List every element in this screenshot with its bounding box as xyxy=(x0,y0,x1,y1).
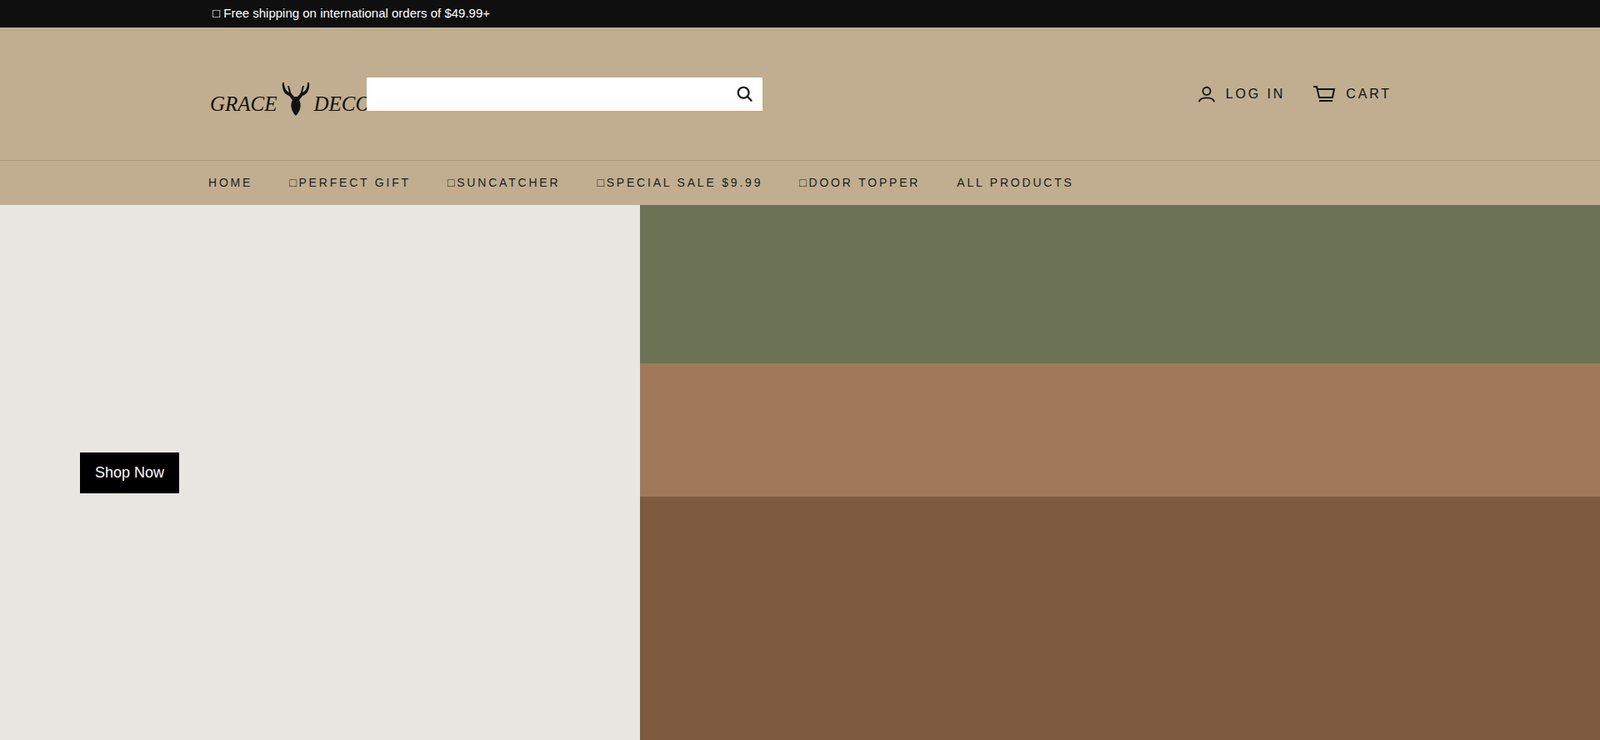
hero: Shop Now xyxy=(0,205,1600,740)
login-text: LOG IN xyxy=(1225,84,1286,105)
logo[interactable]: GRACEDECOR xyxy=(210,69,357,120)
cart-icon xyxy=(1312,85,1336,104)
hero-text-panel: Shop Now xyxy=(0,205,640,740)
hero-image xyxy=(640,205,1600,740)
announcement-text: □ Free shipping on international orders … xyxy=(212,4,490,24)
nav-item[interactable]: ALL PRODUCTS xyxy=(956,174,1074,192)
search-icon[interactable] xyxy=(735,85,755,104)
deer-icon xyxy=(277,77,315,118)
announcement-bar: □ Free shipping on international orders … xyxy=(0,0,1600,28)
cart-link[interactable]: CART xyxy=(1312,84,1392,105)
nav-item[interactable]: □DOOR TOPPER xyxy=(799,174,920,192)
nav-item[interactable]: □SPECIAL SALE $9.99 xyxy=(596,174,763,192)
header: GRACEDECOR LOG IN CART xyxy=(0,27,1600,160)
user-icon xyxy=(1197,85,1216,104)
shop-now-button[interactable]: Shop Now xyxy=(80,452,180,494)
search-input[interactable] xyxy=(376,83,736,105)
nav-item[interactable]: HOME xyxy=(208,174,253,192)
search-box xyxy=(366,77,763,111)
cart-text: CART xyxy=(1345,84,1392,105)
login-link[interactable]: LOG IN xyxy=(1197,84,1286,105)
logo-left: GRACE xyxy=(210,93,278,115)
main-nav: HOME □PERFECT GIFT □SUNCATCHER □SPECIAL SAL… xyxy=(0,160,1600,205)
nav-item[interactable]: □PERFECT GIFT xyxy=(289,174,411,192)
nav-item[interactable]: □SUNCATCHER xyxy=(447,174,560,192)
